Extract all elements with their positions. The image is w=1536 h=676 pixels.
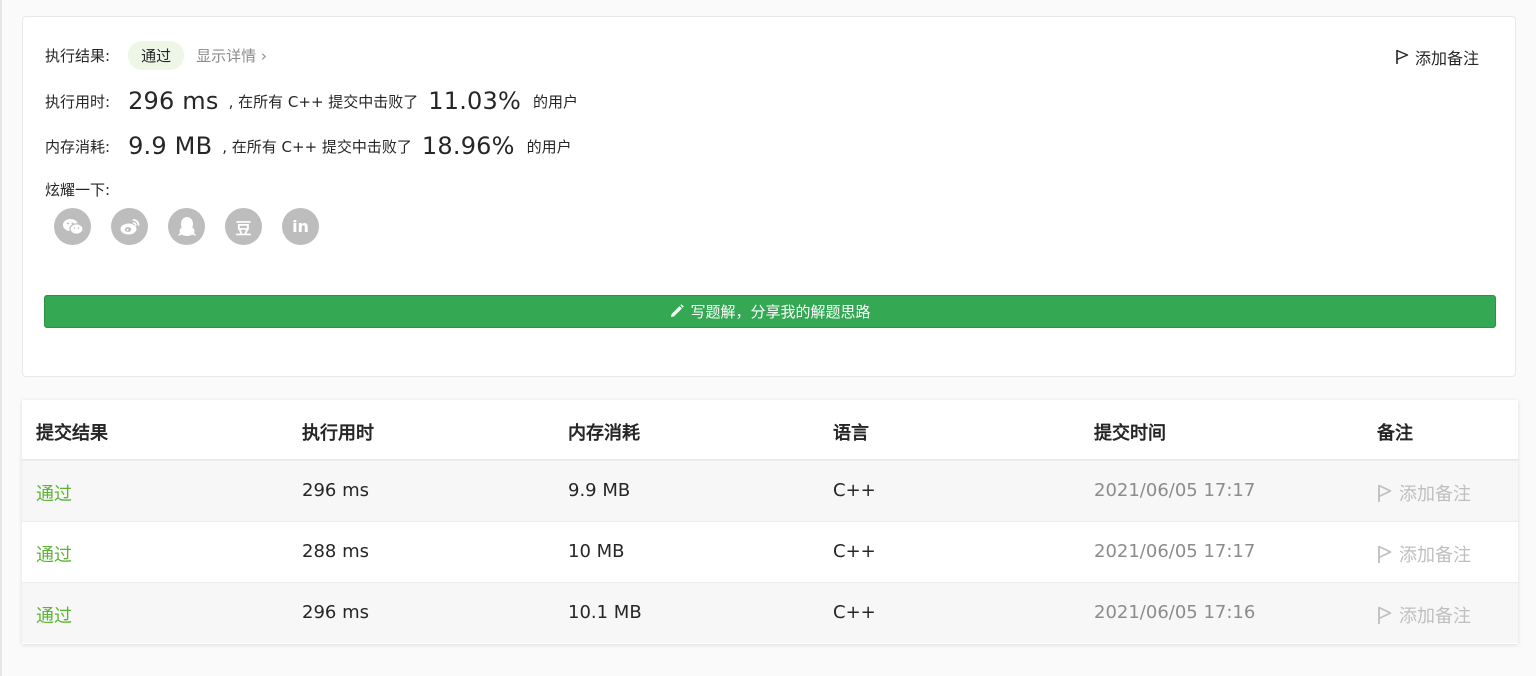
share-label: 炫耀一下: — [45, 181, 111, 199]
flag-icon — [1378, 484, 1392, 502]
wechat-icon[interactable] — [54, 208, 91, 245]
add-note-button[interactable]: 添加备注 — [1395, 45, 1479, 69]
table-row[interactable]: 通过 296 ms 9.9 MB C++ 2021/06/05 17:17 添加… — [22, 460, 1518, 521]
memory-label: 内存消耗: — [45, 137, 111, 156]
row-memory: 10 MB — [568, 541, 625, 562]
table-row[interactable]: 通过 288 ms 10 MB C++ 2021/06/05 17:17 添加备… — [22, 521, 1518, 582]
row-add-note-button[interactable]: 添加备注 — [1377, 602, 1471, 628]
flag-icon — [1378, 545, 1392, 563]
add-note-label: 添加备注 — [1414, 49, 1479, 68]
row-memory: 9.9 MB — [568, 480, 631, 501]
flag-icon — [1378, 606, 1392, 624]
show-details-link[interactable]: 显示详情 › — [196, 45, 267, 66]
write-solution-button[interactable]: 写题解，分享我的解题思路 — [44, 295, 1496, 328]
douban-glyph: 豆 — [235, 218, 252, 238]
result-label: 执行结果: — [45, 47, 111, 65]
runtime-suffix: 的用户 — [533, 92, 579, 111]
row-runtime: 296 ms — [302, 480, 369, 501]
runtime-mid-text: , 在所有 C++ 提交中击败了 — [228, 92, 419, 111]
table-header: 提交结果 执行用时 内存消耗 语言 提交时间 备注 — [22, 400, 1518, 460]
header-status: 提交结果 — [36, 423, 108, 444]
row-runtime: 296 ms — [302, 602, 369, 623]
row-status[interactable]: 通过 — [36, 541, 72, 567]
row-language: C++ — [833, 541, 876, 562]
runtime-value: 296 ms — [128, 87, 219, 115]
row-runtime: 288 ms — [302, 541, 369, 562]
result-row: 执行结果: 通过 显示详情 › — [45, 41, 267, 70]
header-note: 备注 — [1377, 423, 1413, 444]
pencil-icon — [671, 304, 685, 317]
memory-mid-text: , 在所有 C++ 提交中击败了 — [222, 137, 412, 156]
share-row: 炫耀一下: — [45, 179, 110, 200]
header-language: 语言 — [833, 423, 869, 444]
row-submit-time: 2021/06/05 17:17 — [1094, 480, 1256, 501]
row-add-note-label: 添加备注 — [1399, 484, 1471, 505]
memory-percent: 18.96% — [421, 132, 515, 160]
row-language: C++ — [833, 480, 876, 501]
weibo-icon[interactable] — [111, 208, 148, 245]
qq-icon[interactable] — [168, 208, 205, 245]
row-add-note-label: 添加备注 — [1399, 606, 1471, 627]
submissions-table: 提交结果 执行用时 内存消耗 语言 提交时间 备注 通过 296 ms 9.9 … — [22, 400, 1518, 644]
flag-icon — [1396, 49, 1409, 64]
row-add-note-button[interactable]: 添加备注 — [1377, 541, 1471, 567]
runtime-percent: 11.03% — [428, 87, 521, 115]
row-status[interactable]: 通过 — [36, 480, 72, 506]
row-memory: 10.1 MB — [568, 602, 642, 623]
linkedin-glyph: in — [292, 217, 309, 236]
status-badge: 通过 — [128, 41, 185, 70]
row-status[interactable]: 通过 — [36, 602, 72, 628]
header-submit-time: 提交时间 — [1094, 423, 1166, 444]
row-submit-time: 2021/06/05 17:16 — [1094, 602, 1256, 623]
row-language: C++ — [833, 602, 876, 623]
memory-row: 内存消耗: 9.9 MB , 在所有 C++ 提交中击败了 18.96% 的用户 — [45, 132, 572, 160]
page-left-edge — [0, 0, 2, 676]
result-card: 执行结果: 通过 显示详情 › 添加备注 执行用时: 296 ms , 在所有 … — [22, 16, 1516, 377]
linkedin-icon[interactable]: in — [282, 208, 319, 245]
douban-icon[interactable]: 豆 — [225, 208, 262, 245]
row-submit-time: 2021/06/05 17:17 — [1094, 541, 1256, 562]
runtime-label: 执行用时: — [45, 92, 111, 111]
header-memory: 内存消耗 — [568, 423, 640, 444]
runtime-row: 执行用时: 296 ms , 在所有 C++ 提交中击败了 11.03% 的用户 — [45, 87, 578, 115]
memory-value: 9.9 MB — [128, 132, 213, 160]
memory-suffix: 的用户 — [526, 137, 572, 156]
write-solution-label: 写题解，分享我的解题思路 — [690, 303, 871, 321]
share-icons: 豆 in — [54, 208, 339, 245]
table-row[interactable]: 通过 296 ms 10.1 MB C++ 2021/06/05 17:16 添… — [22, 582, 1518, 643]
row-add-note-button[interactable]: 添加备注 — [1377, 480, 1471, 506]
header-runtime: 执行用时 — [302, 423, 374, 444]
row-add-note-label: 添加备注 — [1399, 545, 1471, 566]
